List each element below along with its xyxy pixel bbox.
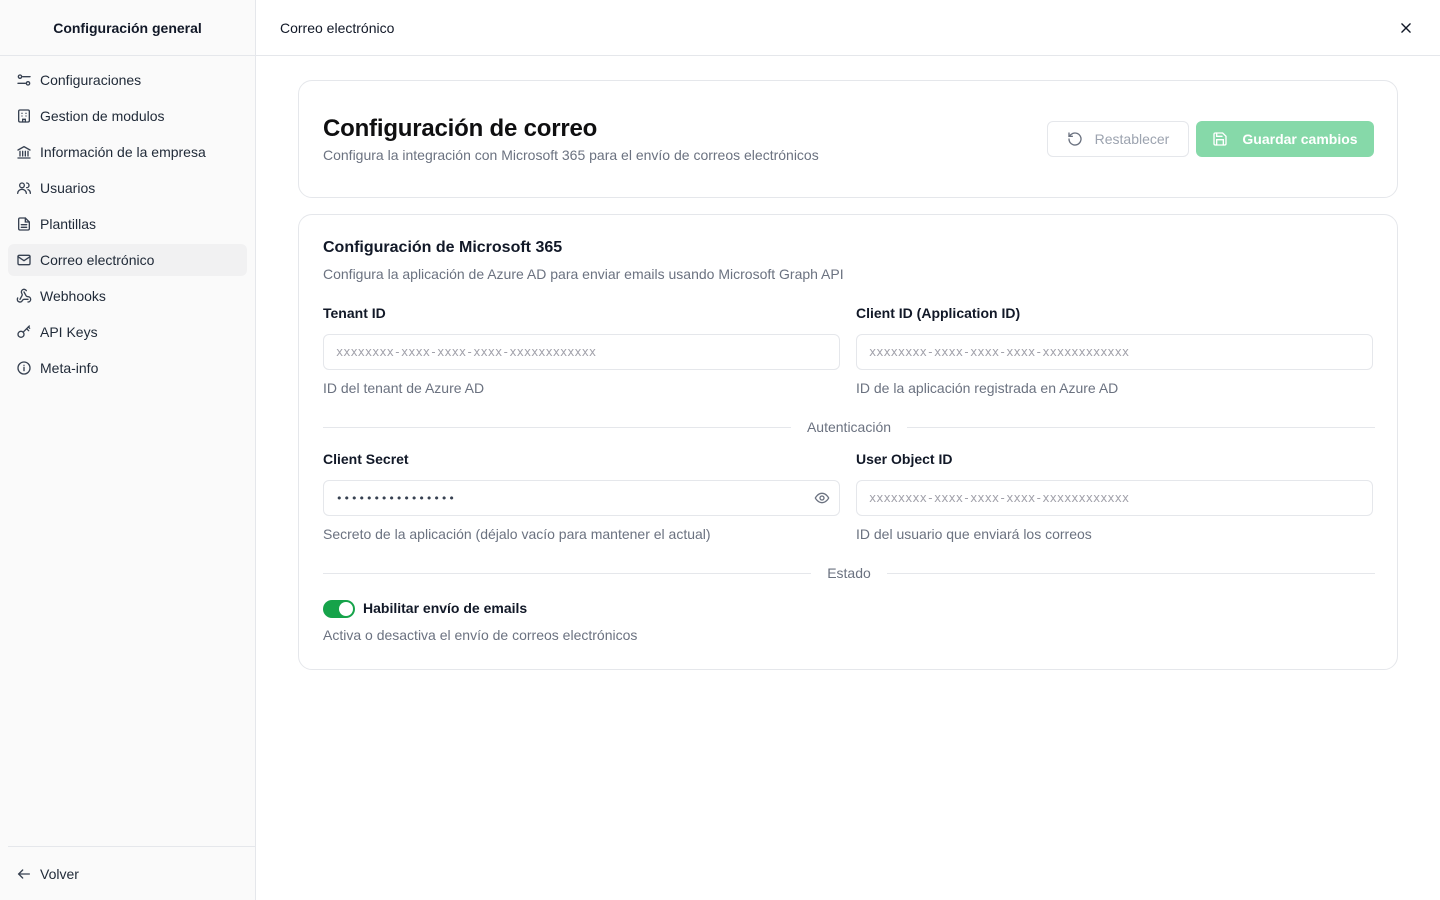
reset-button-label: Restablecer [1094, 131, 1170, 147]
sidebar-item-configuraciones[interactable]: Configuraciones [8, 64, 247, 96]
rotate-ccw-icon [1067, 131, 1083, 147]
building-icon [16, 108, 32, 124]
key-icon [16, 324, 32, 340]
sidebar-item-empresa[interactable]: Información de la empresa [8, 136, 247, 168]
topbar-title: Correo electrónico [280, 19, 395, 36]
file-text-icon [16, 216, 32, 232]
section-subtitle: Configura la aplicación de Azure AD para… [323, 266, 844, 282]
mail-icon [16, 252, 32, 268]
page-title: Configuración de correo [323, 115, 598, 142]
sidebar-nav: Configuraciones Gestion de modulos Infor… [0, 56, 255, 396]
section-title: Configuración de Microsoft 365 [323, 239, 563, 256]
auth-divider-label: Autenticación [806, 419, 892, 435]
tenant-id-help: ID del tenant de Azure AD [323, 380, 485, 396]
enable-email-help: Activa o desactiva el envío de correos e… [323, 627, 638, 643]
reset-button[interactable]: Restablecer [1047, 121, 1189, 157]
client-id-input[interactable] [856, 334, 1373, 370]
sidebar-item-label: Gestion de modulos [40, 108, 165, 124]
client-id-help: ID de la aplicación registrada en Azure … [856, 380, 1119, 396]
sidebar-item-label: Webhooks [40, 288, 106, 304]
users-icon [16, 180, 32, 196]
sidebar: Configuración general Configuraciones Ge… [0, 0, 256, 900]
user-object-id-label: User Object ID [856, 451, 953, 467]
sidebar-item-correo[interactable]: Correo electrónico [8, 244, 247, 276]
enable-email-toggle[interactable] [323, 600, 355, 618]
info-icon [16, 360, 32, 376]
webhook-icon [16, 288, 32, 304]
header-card: Configuración de correo Configura la int… [298, 80, 1398, 198]
landmark-icon [16, 144, 32, 160]
state-divider: Estado [323, 563, 1375, 583]
sidebar-item-meta-info[interactable]: Meta-info [8, 352, 247, 384]
sidebar-item-label: Plantillas [40, 216, 97, 232]
client-secret-help: Secreto de la aplicación (déjalo vacío p… [323, 526, 711, 542]
save-button-label: Guardar cambios [1242, 131, 1358, 147]
user-object-id-field: User Object ID ID del usuario que enviar… [856, 451, 1373, 542]
sliders-icon [16, 72, 32, 88]
back-button[interactable]: Volver [8, 858, 255, 890]
save-button[interactable]: Guardar cambios [1196, 121, 1374, 157]
sidebar-item-label: Usuarios [40, 180, 96, 196]
sidebar-item-label: Configuraciones [40, 72, 142, 88]
user-object-id-input[interactable] [856, 480, 1373, 516]
sidebar-item-modulos[interactable]: Gestion de modulos [8, 100, 247, 132]
ms365-card: Configuración de Microsoft 365 Configura… [298, 214, 1398, 670]
sidebar-item-api-keys[interactable]: API Keys [8, 316, 247, 348]
topbar: Correo electrónico [256, 0, 1440, 56]
sidebar-item-label: Correo electrónico [40, 252, 155, 268]
enable-email-label: Habilitar envío de emails [363, 600, 528, 616]
sidebar-title: Configuración general [0, 0, 255, 56]
auth-divider: Autenticación [323, 417, 1375, 437]
arrow-left-icon [16, 866, 32, 882]
sidebar-item-label: Meta-info [40, 360, 99, 376]
eye-icon[interactable] [814, 490, 830, 506]
user-object-id-help: ID del usuario que enviará los correos [856, 526, 1092, 542]
client-id-field: Client ID (Application ID) ID de la apli… [856, 305, 1373, 396]
close-icon[interactable] [1396, 18, 1416, 38]
state-divider-label: Estado [827, 565, 871, 581]
tenant-id-field: Tenant ID ID del tenant de Azure AD [323, 305, 840, 396]
client-secret-field: Client Secret Secreto de la aplicación (… [323, 451, 840, 542]
client-id-label: Client ID (Application ID) [856, 305, 1021, 321]
save-icon [1212, 131, 1228, 147]
sidebar-item-plantillas[interactable]: Plantillas [8, 208, 247, 240]
page-subtitle: Configura la integración con Microsoft 3… [323, 147, 819, 163]
toggle-knob [339, 602, 353, 616]
sidebar-item-webhooks[interactable]: Webhooks [8, 280, 247, 312]
tenant-id-label: Tenant ID [323, 305, 386, 321]
sidebar-footer: Volver [8, 846, 255, 900]
sidebar-item-usuarios[interactable]: Usuarios [8, 172, 247, 204]
sidebar-item-label: Información de la empresa [40, 144, 206, 160]
tenant-id-input[interactable] [323, 334, 840, 370]
back-button-label: Volver [40, 865, 79, 882]
client-secret-input[interactable] [323, 480, 840, 516]
sidebar-item-label: API Keys [40, 324, 98, 340]
client-secret-label: Client Secret [323, 451, 409, 467]
